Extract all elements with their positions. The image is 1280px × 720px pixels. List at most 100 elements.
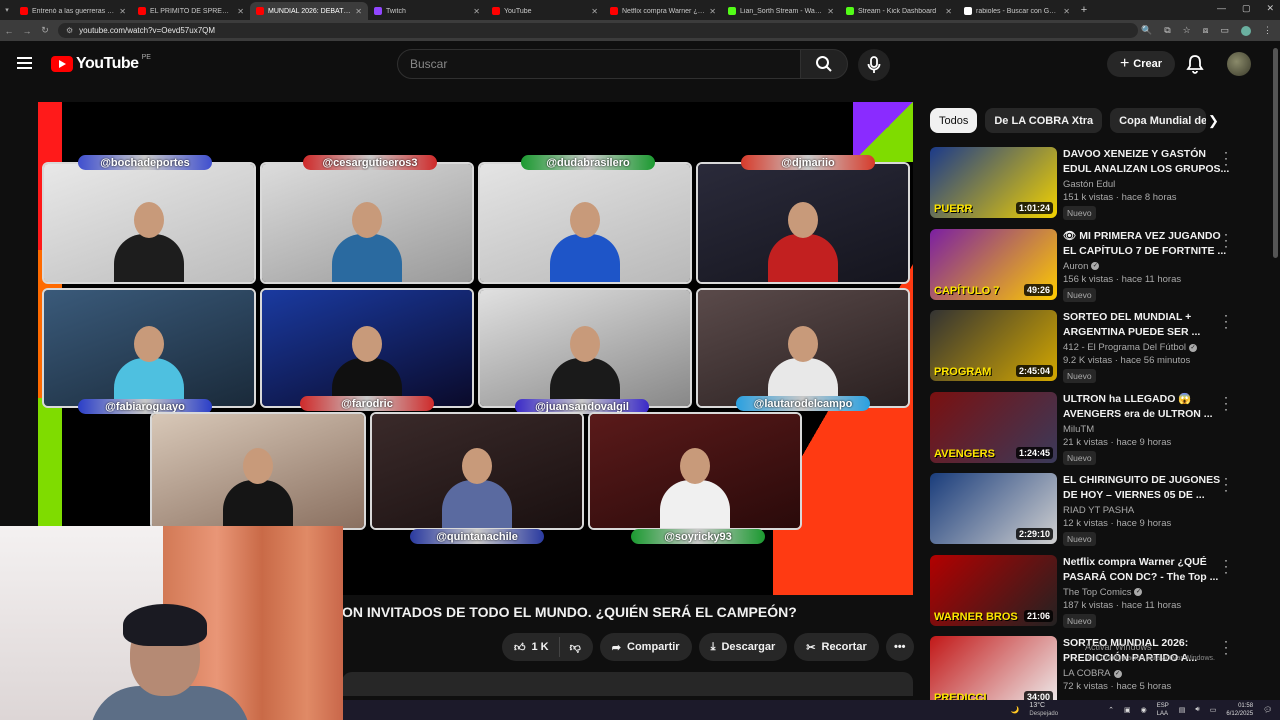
new-tab-button[interactable]: + [1076, 4, 1092, 16]
more-options-icon[interactable]: · · · [1224, 146, 1228, 170]
search-input[interactable]: Buscar [397, 49, 801, 79]
recommendation-title[interactable]: EL CHIRINGUITO DE JUGONES DE HOY – VIERN… [1063, 473, 1233, 503]
close-tab-icon[interactable]: ✕ [473, 7, 480, 16]
clip-button[interactable]: ✂ Recortar [794, 633, 879, 661]
bookmark-star-icon[interactable]: ☆ [1183, 25, 1191, 36]
recommendation-title[interactable]: Netflix compra Warner ¿QUÉ PASARÁ CON DC… [1063, 555, 1233, 585]
close-tab-icon[interactable]: ✕ [237, 7, 244, 16]
recommendation-title[interactable]: DAVOO XENEIZE Y GASTÓN EDUL ANALIZAN LOS… [1063, 147, 1233, 177]
recommendation-title[interactable]: SORTEO DEL MUNDIAL + ARGENTINA PUEDE SER… [1063, 310, 1233, 340]
create-button[interactable]: + Crear [1107, 51, 1175, 77]
chevron-right-icon[interactable]: ❯ [1208, 113, 1219, 129]
browser-tab[interactable]: Netflix compra Warner ¿QUÉ P ✕ [604, 2, 722, 20]
youtube-logo[interactable]: YouTube PE [51, 54, 151, 73]
more-options-icon[interactable]: · · · [1224, 228, 1228, 252]
participant-figure [768, 326, 838, 406]
browser-tab[interactable]: EL PRIMITO DE SPREEN HUMI ✕ [132, 2, 250, 20]
more-options-icon[interactable]: · · · [1224, 472, 1228, 496]
recommendation-item[interactable]: PUERR 1:01:24 DAVOO XENEIZE Y GASTÓN EDUL … [930, 146, 1260, 225]
zoom-icon[interactable]: 🔍 [1141, 25, 1152, 36]
recommendation-item[interactable]: CAPÍTULO 7 49:26 👁 MI PRIMERA VEZ JUGANDO … [930, 228, 1260, 307]
extensions-icon[interactable]: ⧈ [1203, 25, 1209, 36]
more-options-icon[interactable]: · · · [1224, 554, 1228, 578]
recommendation-item[interactable]: WARNER BROS 21:06 Netflix compra Warner ¿Q… [930, 554, 1260, 633]
recommendation-channel[interactable]: 412 - El Programa Del Fútbol ✓ [1063, 342, 1233, 353]
recommendation-title[interactable]: ULTRON ha LLEGADO 😱 AVENGERS era de ULTR… [1063, 392, 1233, 422]
sidebar-icon[interactable]: ▭ [1220, 25, 1229, 36]
site-info-icon[interactable]: ⚙ [66, 26, 73, 35]
recommendation-channel[interactable]: Gastón Edul [1063, 179, 1233, 190]
weather-widget[interactable]: 13°C Despejado [1029, 702, 1058, 718]
tray-app-icon-2[interactable]: ◉ [1141, 706, 1147, 714]
search-button[interactable] [800, 49, 848, 79]
recommendation-channel[interactable]: LA COBRA ✓ [1063, 668, 1233, 679]
dislike-button[interactable]: 👎︎ [560, 641, 593, 654]
cast-icon[interactable]: ⧉ [1164, 25, 1170, 36]
more-options-icon[interactable]: · · · [1224, 635, 1228, 659]
video-player[interactable]: @bochadeportes @cesargutieeros3 @dudabrasi… [38, 102, 913, 595]
minimize-icon[interactable]: — [1217, 3, 1226, 14]
recommendation-thumbnail[interactable]: WARNER BROS 21:06 [930, 554, 1057, 626]
browser-tab[interactable]: rabioles - Buscar con Google ✕ [958, 2, 1076, 20]
reload-icon[interactable]: ↻ [36, 25, 54, 36]
close-tab-icon[interactable]: ✕ [591, 7, 598, 16]
recommendation-thumbnail[interactable]: PUERR 1:01:24 [930, 147, 1057, 218]
recommendation-thumbnail[interactable]: PREDICCI 34:00 [930, 636, 1057, 707]
browser-tab[interactable]: Entrenó a las guerreras más ✕ [14, 2, 132, 20]
browser-tab[interactable]: Lian_Sorth Stream - Watch Liv✕ [722, 2, 840, 20]
profile-avatar[interactable] [1241, 25, 1251, 36]
close-tab-icon[interactable]: ✕ [709, 7, 716, 16]
clock[interactable]: 01:58 6/12/2025 [1226, 702, 1253, 718]
recommendation-channel[interactable]: The Top Comics ✓ [1063, 587, 1233, 598]
battery-icon[interactable]: ▭ [1210, 706, 1217, 714]
close-window-icon[interactable]: ✕ [1266, 3, 1274, 14]
chip-all[interactable]: Todos [930, 108, 978, 133]
chip-channel[interactable]: De LA COBRA Xtra [985, 108, 1103, 133]
share-button[interactable]: ➦ Compartir [599, 633, 692, 661]
back-icon[interactable]: ← [0, 26, 18, 36]
maximize-icon[interactable]: ▢ [1242, 3, 1251, 14]
chip-world-cup[interactable]: Copa Mundial de F [1110, 108, 1207, 133]
browser-tab[interactable]: YouTube ✕ [486, 2, 604, 20]
recommendation-item[interactable]: 2:29:10 EL CHIRINGUITO DE JUGONES DE HOY … [930, 472, 1260, 551]
browser-tab[interactable]: Twitch ✕ [368, 2, 486, 20]
guide-menu-icon[interactable] [17, 57, 32, 69]
account-avatar[interactable] [1227, 52, 1251, 76]
recommendation-thumbnail[interactable]: CAPÍTULO 7 49:26 [930, 228, 1057, 300]
notifications-tray-icon[interactable]: 💬︎ [1263, 706, 1272, 714]
recommendation-title[interactable]: 👁 MI PRIMERA VEZ JUGANDO EL CAPÍTULO 7 D… [1063, 229, 1233, 259]
download-button[interactable]: ⤓ Descargar [698, 633, 788, 661]
recommendation-thumbnail[interactable]: 2:29:10 [930, 473, 1057, 544]
tab-search-icon[interactable]: ▾ [0, 6, 14, 14]
browser-tab[interactable]: MUNDIAL 2026: DEBATE D ✕ [250, 2, 368, 20]
close-tab-icon[interactable]: ✕ [827, 7, 834, 16]
volume-icon[interactable]: 🔊︎ [1195, 706, 1199, 714]
close-tab-icon[interactable]: ✕ [945, 7, 952, 16]
network-icon[interactable]: ▤ [1179, 706, 1186, 714]
like-button[interactable]: 👍︎ 1 K [502, 637, 560, 657]
url-field[interactable]: ⚙ youtube.com/watch?v=Oevd57ux7QM [58, 23, 1138, 38]
more-actions-button[interactable]: ••• [885, 633, 914, 661]
browser-tab[interactable]: Stream - Kick Dashboard ✕ [840, 2, 958, 20]
tray-app-icon[interactable]: ▣ [1124, 706, 1131, 714]
tray-chevron-icon[interactable]: ⌃ [1108, 706, 1114, 714]
recommendation-thumbnail[interactable]: AVENGERS 1:24:45 [930, 391, 1057, 463]
language-indicator[interactable]: ESP LAA [1157, 702, 1169, 718]
more-options-icon[interactable]: · · · [1224, 391, 1228, 415]
more-options-icon[interactable]: · · · [1224, 309, 1228, 333]
close-tab-icon[interactable]: ✕ [1063, 7, 1070, 16]
recommendation-item[interactable]: PROGRAM 2:45:04 SORTEO DEL MUNDIAL + ARGEN… [930, 309, 1260, 388]
scrollbar[interactable] [1273, 48, 1278, 258]
description-box[interactable] [342, 672, 913, 696]
recommendation-thumbnail[interactable]: PROGRAM 2:45:04 [930, 310, 1057, 381]
recommendation-channel[interactable]: Auron ✓ [1063, 261, 1233, 272]
close-tab-icon[interactable]: ✕ [355, 7, 362, 16]
recommendation-item[interactable]: AVENGERS 1:24:45 ULTRON ha LLEGADO 😱 AVENG… [930, 391, 1260, 470]
notifications-button[interactable] [1186, 54, 1204, 79]
recommendation-channel[interactable]: MiluTM [1063, 424, 1233, 435]
close-tab-icon[interactable]: ✕ [119, 7, 126, 16]
voice-search-button[interactable] [858, 49, 890, 81]
menu-icon[interactable]: ⋮ [1263, 25, 1272, 36]
forward-icon[interactable]: → [18, 26, 36, 36]
recommendation-channel[interactable]: RIAD YT PASHA [1063, 505, 1233, 516]
